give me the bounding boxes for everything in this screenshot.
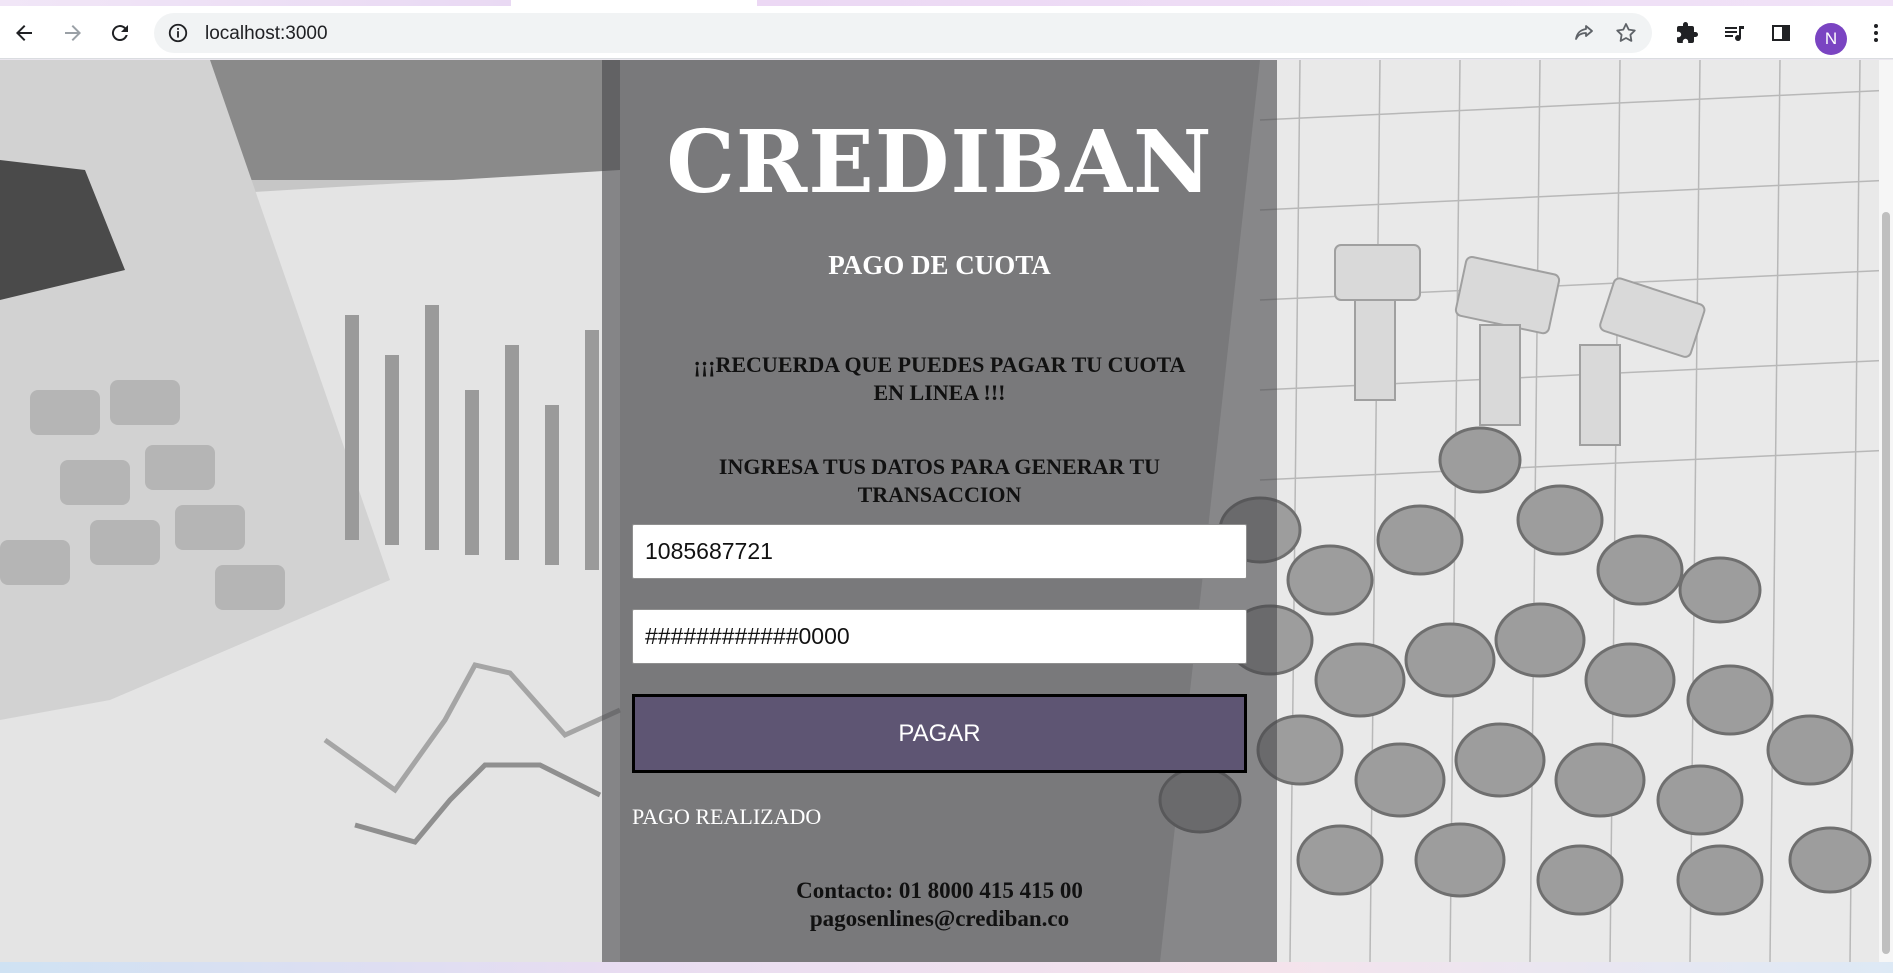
scrollbar-thumb[interactable] <box>1882 212 1890 954</box>
page-scrollbar[interactable] <box>1879 60 1893 962</box>
pay-button[interactable]: PAGAR <box>632 694 1247 773</box>
contact-phone: Contacto: 01 8000 415 415 00 <box>796 878 1083 903</box>
online-payment-notice: ¡¡¡RECUERDA QUE PUEDES PAGAR TU CUOTA EN… <box>693 352 1186 405</box>
extensions-button[interactable] <box>1669 15 1705 51</box>
reload-button[interactable] <box>102 15 138 51</box>
side-panel-button[interactable] <box>1763 15 1799 51</box>
reload-icon <box>111 25 128 42</box>
brand-title: CREDIBAN <box>666 112 1213 213</box>
card-number-input[interactable] <box>632 609 1247 664</box>
payment-status: PAGO REALIZADO <box>632 804 822 829</box>
share-icon[interactable] <box>1572 21 1596 45</box>
menu-dots-icon <box>1874 24 1878 42</box>
page-subtitle: PAGO DE CUOTA <box>828 250 1051 280</box>
address-bar[interactable]: localhost:3000 <box>154 13 1652 53</box>
window-bottom-edge <box>0 962 1893 973</box>
extensions-puzzle-icon <box>1677 22 1698 43</box>
site-info-icon[interactable] <box>166 21 190 45</box>
page-viewport: CREDIBAN PAGO DE CUOTA ¡¡¡RECUERDA QUE P… <box>0 60 1893 962</box>
browser-toolbar: localhost:3000 N <box>0 6 1893 59</box>
side-panel-icon <box>1772 25 1790 41</box>
document-number-input[interactable] <box>632 524 1247 579</box>
contact-info: Contacto: 01 8000 415 415 00 pagosenline… <box>602 877 1277 933</box>
form-instructions: INGRESA TUS DATOS PARA GENERAR TU TRANSA… <box>718 454 1161 507</box>
payment-card: CREDIBAN PAGO DE CUOTA ¡¡¡RECUERDA QUE P… <box>602 60 1277 962</box>
back-button[interactable] <box>6 15 42 51</box>
media-queue-icon <box>1725 26 1744 42</box>
media-button[interactable] <box>1716 15 1752 51</box>
forward-arrow-icon <box>65 25 81 41</box>
contact-email: pagosenlines@crediban.co <box>809 906 1070 931</box>
menu-button[interactable] <box>1862 15 1890 51</box>
back-arrow-icon <box>16 25 32 41</box>
forward-button[interactable] <box>55 15 91 51</box>
profile-avatar[interactable]: N <box>1815 23 1847 55</box>
bookmark-star-icon[interactable] <box>1614 21 1638 45</box>
url-text[interactable]: localhost:3000 <box>205 23 328 45</box>
